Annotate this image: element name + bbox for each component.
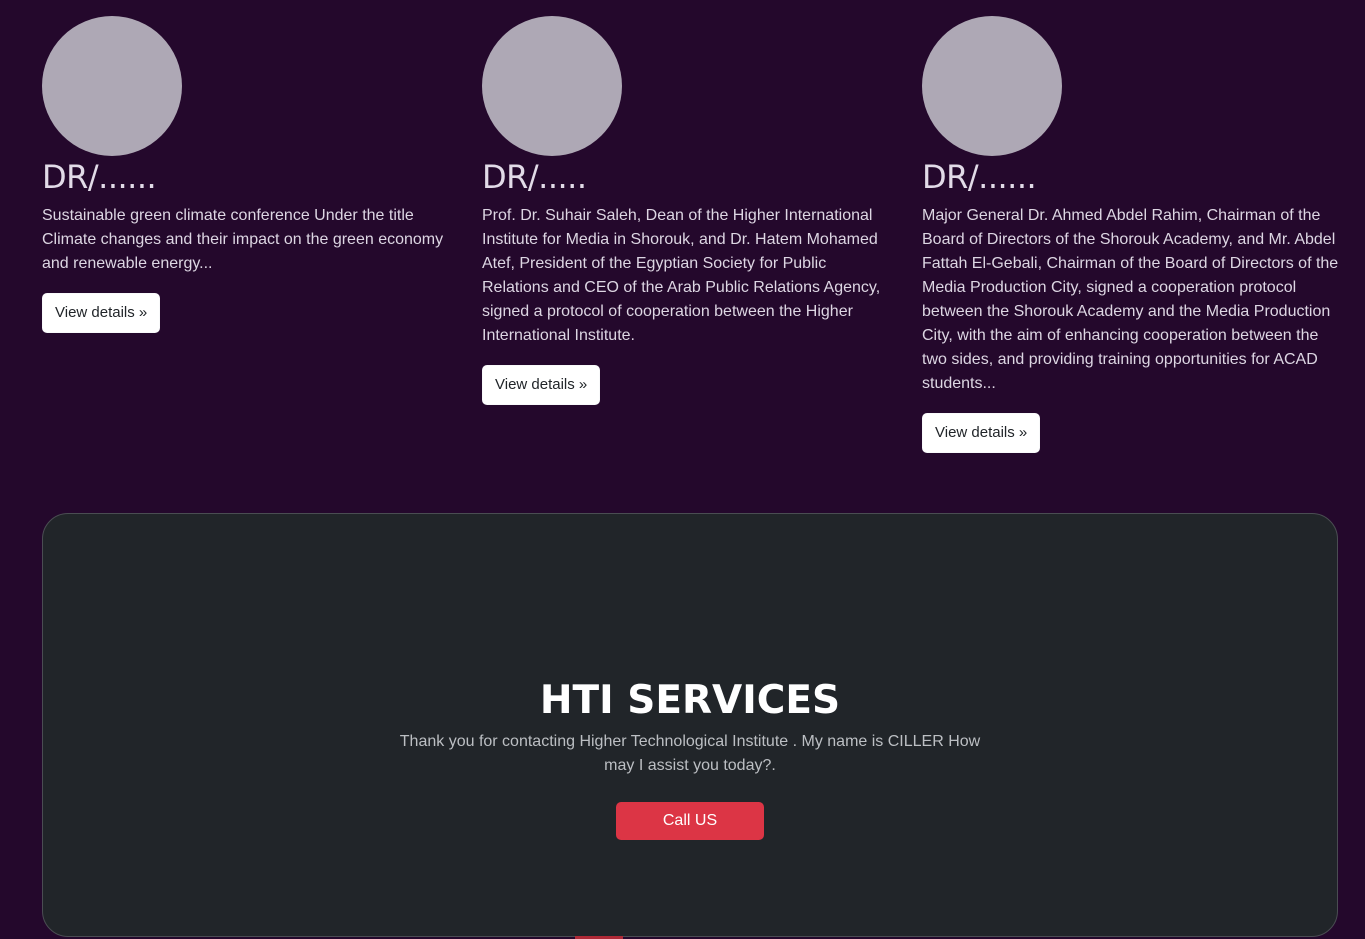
- view-details-button[interactable]: View details »: [922, 413, 1041, 453]
- news-card: DR/...... Major General Dr. Ahmed Abdel …: [922, 16, 1342, 453]
- services-panel: HTI SERVICES Thank you for contacting Hi…: [42, 513, 1338, 937]
- call-us-button[interactable]: Call US: [616, 802, 764, 840]
- avatar-placeholder: [482, 16, 622, 156]
- card-text: Prof. Dr. Suhair Saleh, Dean of the High…: [482, 207, 881, 344]
- news-card: DR/...... Sustainable green climate conf…: [42, 16, 452, 333]
- news-card: DR/..... Prof. Dr. Suhair Saleh, Dean of…: [482, 16, 897, 405]
- avatar-placeholder: [42, 16, 182, 156]
- card-title: DR/......: [922, 158, 1037, 196]
- news-cards: DR/...... Sustainable green climate conf…: [42, 16, 1342, 476]
- view-details-button[interactable]: View details »: [482, 365, 601, 405]
- view-details-button[interactable]: View details »: [42, 293, 161, 333]
- services-title: HTI SERVICES: [539, 678, 841, 723]
- services-text: Thank you for contacting Higher Technolo…: [399, 733, 981, 774]
- card-title: DR/.....: [482, 158, 587, 196]
- card-text: Sustainable green climate conference Und…: [42, 207, 444, 272]
- card-title: DR/......: [42, 158, 157, 196]
- avatar-placeholder: [922, 16, 1062, 156]
- card-text: Major General Dr. Ahmed Abdel Rahim, Cha…: [922, 207, 1339, 392]
